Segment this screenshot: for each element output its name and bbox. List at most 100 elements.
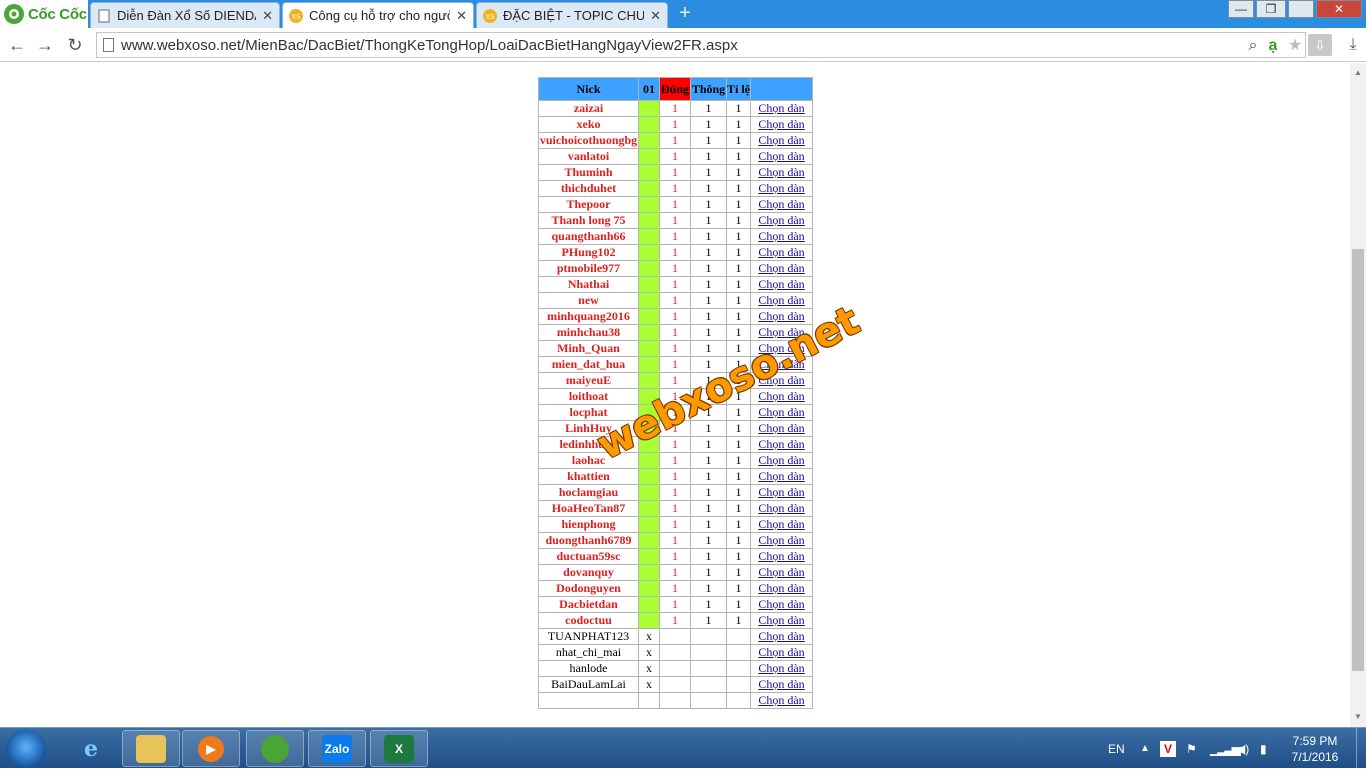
chon-dan-link[interactable]: Chọn dàn bbox=[758, 373, 804, 387]
show-desktop-button[interactable] bbox=[1356, 728, 1366, 769]
chon-dan-link[interactable]: Chọn dàn bbox=[758, 421, 804, 435]
zoom-icon[interactable]: ⌕ bbox=[1243, 36, 1263, 56]
chon-dan-link[interactable]: Chọn dàn bbox=[758, 101, 804, 115]
start-button[interactable] bbox=[6, 730, 46, 768]
chon-dan-link[interactable]: Chọn dàn bbox=[758, 341, 804, 355]
chon-dan-link[interactable]: Chọn dàn bbox=[758, 437, 804, 451]
table-row: ductuan59sc 1 1 1 Chọn dàn bbox=[538, 548, 813, 565]
chon-dan-link[interactable]: Chọn dàn bbox=[758, 197, 804, 211]
dung-cell: 1 bbox=[659, 436, 691, 453]
chon-dan-link[interactable]: Chọn dàn bbox=[758, 213, 804, 227]
coccoc-taskbar-button[interactable] bbox=[246, 730, 304, 767]
chon-dan-link[interactable]: Chọn dàn bbox=[758, 229, 804, 243]
chon-dan-link[interactable]: Chọn dàn bbox=[758, 261, 804, 275]
hit-01-cell bbox=[638, 308, 660, 325]
forward-button[interactable]: → bbox=[34, 34, 56, 56]
scroll-up-icon[interactable]: ▲ bbox=[1350, 65, 1366, 81]
chon-dan-link[interactable]: Chọn dàn bbox=[758, 613, 804, 627]
chon-dan-link[interactable]: Chọn dàn bbox=[758, 277, 804, 291]
dung-cell: 1 bbox=[659, 132, 691, 149]
action-center-icon[interactable]: ⚑ bbox=[1186, 728, 1197, 769]
maximize-button[interactable] bbox=[1288, 0, 1314, 18]
volume-icon[interactable]: ◀) bbox=[1236, 728, 1249, 769]
table-row: HoaHeoTan87 1 1 1 Chọn dàn bbox=[538, 500, 813, 517]
action-cell: Chọn dàn bbox=[750, 260, 813, 277]
close-icon[interactable]: ✕ bbox=[456, 8, 467, 24]
chon-dan-link[interactable]: Chọn dàn bbox=[758, 693, 804, 707]
battery-icon[interactable]: ▮ bbox=[1260, 728, 1267, 769]
chon-dan-link[interactable]: Chọn dàn bbox=[758, 325, 804, 339]
close-icon[interactable]: ✕ bbox=[650, 8, 661, 24]
header-tile: Tỉ lệ bbox=[726, 77, 751, 101]
action-cell: Chọn dàn bbox=[750, 148, 813, 165]
close-window-button[interactable]: ✕ bbox=[1316, 0, 1362, 18]
chon-dan-link[interactable]: Chọn dàn bbox=[758, 565, 804, 579]
chon-dan-link[interactable]: Chọn dàn bbox=[758, 389, 804, 403]
chon-dan-link[interactable]: Chọn dàn bbox=[758, 549, 804, 563]
star-icon[interactable]: ★ bbox=[1285, 36, 1305, 56]
minimize-button[interactable]: — bbox=[1228, 0, 1254, 18]
table-row: vanlatoi 1 1 1 Chọn dàn bbox=[538, 148, 813, 165]
chon-dan-link[interactable]: Chọn dàn bbox=[758, 357, 804, 371]
chon-dan-link[interactable]: Chọn dàn bbox=[758, 453, 804, 467]
address-bar[interactable]: www.webxoso.net/MienBac/DacBiet/ThongKeT… bbox=[96, 32, 1306, 58]
chon-dan-link[interactable]: Chọn dàn bbox=[758, 165, 804, 179]
vietkey-icon[interactable]: V bbox=[1160, 728, 1176, 769]
chon-dan-link[interactable]: Chọn dàn bbox=[758, 309, 804, 323]
downloads-icon[interactable]: ⤓ bbox=[1342, 34, 1364, 56]
scroll-thumb[interactable] bbox=[1352, 249, 1364, 671]
ie-taskbar-button[interactable]: e bbox=[62, 730, 120, 767]
action-cell: Chọn dàn bbox=[750, 292, 813, 309]
chon-dan-link[interactable]: Chọn dàn bbox=[758, 485, 804, 499]
tab-dac-biet[interactable]: XS ĐẶC BIỆT - TOPIC CHUYÊN ✕ bbox=[476, 2, 668, 28]
chon-dan-link[interactable]: Chọn dàn bbox=[758, 597, 804, 611]
new-tab-button[interactable]: + bbox=[674, 3, 696, 24]
chon-dan-link[interactable]: Chọn dàn bbox=[758, 245, 804, 259]
zalo-taskbar-button[interactable]: Zalo bbox=[308, 730, 366, 767]
dung-cell: 1 bbox=[659, 292, 691, 309]
restore-button[interactable]: ❐ bbox=[1256, 0, 1286, 18]
chon-dan-link[interactable]: Chọn dàn bbox=[758, 677, 804, 691]
language-indicator[interactable]: EN bbox=[1108, 728, 1125, 769]
chon-dan-link[interactable]: Chọn dàn bbox=[758, 181, 804, 195]
tile-cell: 1 bbox=[726, 340, 751, 357]
chon-dan-link[interactable]: Chọn dàn bbox=[758, 469, 804, 483]
scroll-down-icon[interactable]: ▼ bbox=[1350, 709, 1366, 725]
hit-01-cell bbox=[638, 596, 660, 613]
chon-dan-link[interactable]: Chọn dàn bbox=[758, 501, 804, 515]
download-arrow-icon[interactable]: ⇩ bbox=[1308, 34, 1332, 56]
chon-dan-link[interactable]: Chọn dàn bbox=[758, 645, 804, 659]
spell-icon[interactable]: ạ bbox=[1263, 36, 1283, 56]
chon-dan-link[interactable]: Chọn dàn bbox=[758, 293, 804, 307]
table-row: Dacbietdan 1 1 1 Chọn dàn bbox=[538, 596, 813, 613]
thong-cell: 1 bbox=[690, 356, 727, 373]
nick-cell: zaizai bbox=[538, 100, 639, 117]
chon-dan-link[interactable]: Chọn dàn bbox=[758, 133, 804, 147]
clock[interactable]: 7:59 PM 7/1/2016 bbox=[1285, 733, 1345, 765]
tab-cong-cu[interactable]: XS Công cụ hỗ trợ cho người ✕ bbox=[282, 2, 474, 28]
tray-expand-icon[interactable]: ▲ bbox=[1140, 728, 1150, 769]
browser-logo[interactable]: Cốc Cốc bbox=[0, 0, 88, 28]
chon-dan-link[interactable]: Chọn dàn bbox=[758, 405, 804, 419]
chon-dan-link[interactable]: Chọn dàn bbox=[758, 661, 804, 675]
chon-dan-link[interactable]: Chọn dàn bbox=[758, 117, 804, 131]
dung-cell: 1 bbox=[659, 404, 691, 421]
tab-diendan[interactable]: Diễn Đàn Xổ Số DIENDAN. ✕ bbox=[90, 2, 280, 28]
close-icon[interactable]: ✕ bbox=[262, 8, 273, 24]
chon-dan-link[interactable]: Chọn dàn bbox=[758, 149, 804, 163]
back-button[interactable]: ← bbox=[6, 34, 28, 56]
excel-taskbar-button[interactable]: X bbox=[370, 730, 428, 767]
chon-dan-link[interactable]: Chọn dàn bbox=[758, 533, 804, 547]
explorer-taskbar-button[interactable] bbox=[122, 730, 180, 767]
chon-dan-link[interactable]: Chọn dàn bbox=[758, 517, 804, 531]
chon-dan-link[interactable]: Chọn dàn bbox=[758, 581, 804, 595]
thong-cell: 1 bbox=[690, 452, 727, 469]
reload-button[interactable]: ↻ bbox=[64, 34, 86, 56]
table-row: hoclamgiau 1 1 1 Chọn dàn bbox=[538, 484, 813, 501]
media-player-taskbar-button[interactable]: ▶ bbox=[182, 730, 240, 767]
chon-dan-link[interactable]: Chọn dàn bbox=[758, 629, 804, 643]
signal-icon[interactable]: ▁▂▃▅ bbox=[1210, 728, 1241, 769]
tile-cell: 1 bbox=[726, 196, 751, 213]
vertical-scrollbar[interactable]: ▲ ▼ bbox=[1350, 63, 1366, 727]
hit-01-cell: x bbox=[638, 660, 660, 677]
